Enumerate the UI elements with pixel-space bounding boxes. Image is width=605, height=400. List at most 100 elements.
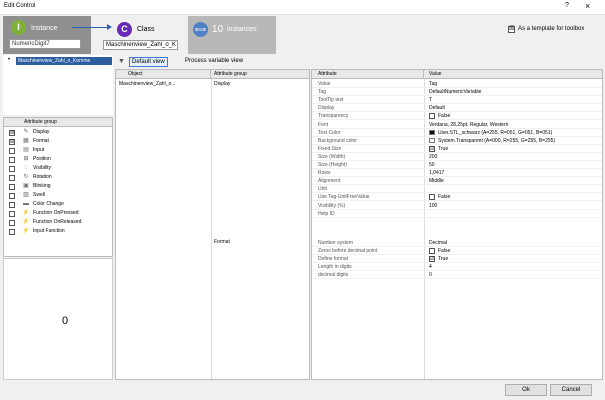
attr-checkbox[interactable] bbox=[9, 148, 15, 154]
lightning-icon: ⚡ bbox=[22, 219, 30, 225]
close-button[interactable]: × bbox=[585, 1, 590, 11]
format-icon: ▦ bbox=[23, 138, 29, 144]
property-row[interactable]: Help ID bbox=[312, 210, 602, 218]
attr-checkbox[interactable] bbox=[9, 166, 15, 172]
column-header-attribute[interactable]: Attribute bbox=[312, 70, 424, 79]
attr-group-rotation[interactable]: ↻ Rotation bbox=[4, 173, 112, 182]
property-value[interactable]: Tag bbox=[429, 80, 437, 88]
column-header-value[interactable]: Value bbox=[424, 70, 602, 79]
ok-button[interactable]: Ok bbox=[505, 384, 547, 396]
property-checkbox[interactable]: ☑ bbox=[429, 256, 435, 263]
property-row[interactable]: Size (Width) 200 bbox=[312, 153, 602, 161]
attr-group-swell[interactable]: ▨ Swell bbox=[4, 191, 112, 200]
attr-group-format[interactable]: ☒ ▦ Format bbox=[4, 137, 112, 146]
property-value[interactable]: 4 bbox=[429, 263, 432, 271]
property-value[interactable]: T bbox=[429, 96, 432, 104]
property-row[interactable]: Use Tag-UnitFreeValue False bbox=[312, 193, 602, 202]
group-format-row[interactable]: Format bbox=[211, 238, 309, 247]
filter-icon[interactable]: ▼ bbox=[118, 58, 125, 65]
attr-label: Input bbox=[33, 147, 45, 153]
cancel-button[interactable]: Cancel bbox=[550, 384, 592, 396]
property-value[interactable]: 0 bbox=[429, 271, 432, 279]
attr-label: Function OnReleased bbox=[33, 219, 82, 225]
default-view-button[interactable]: Default view bbox=[129, 57, 168, 67]
help-button[interactable]: ? bbox=[565, 2, 569, 9]
attr-checkbox[interactable] bbox=[9, 157, 15, 163]
attr-group-input-function[interactable]: ⚡ Input Function bbox=[4, 227, 112, 236]
property-row[interactable]: Length in digits 4 bbox=[312, 263, 602, 272]
instance-name-input[interactable]: NumericDigit7 bbox=[9, 39, 81, 49]
attr-label: Format bbox=[33, 138, 49, 144]
property-row[interactable]: Zeros before decimal point False bbox=[312, 247, 602, 256]
tree-item-selected[interactable]: Maschinenview_Zahl_o_Komme bbox=[16, 57, 112, 65]
class-name-input[interactable]: Maschinenview_Zahl_o_K bbox=[103, 40, 178, 50]
property-row[interactable]: Visibility (%) 100 bbox=[312, 202, 602, 210]
property-row[interactable]: Font Verdana, 28,25pt, Regular, Western bbox=[312, 121, 602, 129]
property-attribute: Define format bbox=[318, 256, 349, 263]
attr-group-color-change[interactable]: ▬ Color Change bbox=[4, 200, 112, 209]
property-row[interactable]: Tag DefaultNumericVariable bbox=[312, 88, 602, 97]
object-row[interactable]: Maschinenview_Zahl_o... bbox=[116, 80, 211, 89]
attr-group-display[interactable]: ☒ ✎ Display bbox=[4, 128, 112, 137]
instances-panel[interactable]: ⟺ 10 instances bbox=[188, 16, 276, 54]
property-row[interactable]: Alignment Middle bbox=[312, 177, 602, 186]
property-value[interactable]: DefaultNumericVariable bbox=[429, 88, 481, 96]
property-value[interactable]: 50 bbox=[429, 161, 435, 169]
property-attribute: Alignment bbox=[318, 178, 341, 185]
property-row[interactable]: Fixed Size ☑ True bbox=[312, 145, 602, 153]
rotation-icon: ↻ bbox=[23, 174, 29, 180]
property-value[interactable]: 1,0417 bbox=[429, 169, 444, 177]
group-display-row[interactable]: Display bbox=[211, 80, 309, 89]
property-row[interactable]: Transparency False bbox=[312, 112, 602, 121]
property-checkbox[interactable] bbox=[429, 194, 435, 201]
property-row[interactable]: Text Color User.STL_schwarz (A=255, R=051… bbox=[312, 129, 602, 137]
color-swatch-icon bbox=[429, 137, 435, 143]
property-row[interactable]: Unit bbox=[312, 185, 602, 194]
lightning-icon: ⚡ bbox=[22, 228, 30, 234]
object-grid: Object Attribute group Maschinenview_Zah… bbox=[115, 69, 310, 380]
property-value[interactable]: Default bbox=[429, 104, 445, 112]
attr-group-position[interactable]: ⊞ Position bbox=[4, 155, 112, 164]
property-row[interactable]: Background color System.Transparent (A=00… bbox=[312, 137, 602, 145]
column-header-object[interactable]: Object bbox=[116, 70, 211, 79]
template-checkbox[interactable]: ☒ bbox=[508, 26, 515, 33]
property-value[interactable]: 200 bbox=[429, 153, 437, 161]
attr-group-visibility[interactable]: ◌ Visibility bbox=[4, 164, 112, 173]
process-variable-view-button[interactable]: Process variable view bbox=[183, 57, 245, 67]
attr-group-function-onreleased[interactable]: ⚡ Function OnReleased bbox=[4, 218, 112, 227]
property-value[interactable]: Decimal bbox=[429, 239, 447, 247]
property-value[interactable]: 100 bbox=[429, 202, 437, 210]
attr-label: Color Change bbox=[33, 201, 64, 207]
property-row[interactable]: Define format ☑ True bbox=[312, 255, 602, 264]
property-row[interactable]: Value Tag bbox=[312, 80, 602, 88]
attr-checkbox[interactable] bbox=[9, 220, 15, 226]
blinking-icon: ▣ bbox=[23, 183, 29, 189]
property-row[interactable]: Rows 1,0417 bbox=[312, 169, 602, 178]
property-attribute: Unit bbox=[318, 186, 327, 193]
property-row[interactable]: Display Default bbox=[312, 104, 602, 113]
object-tree: • Maschinenview_Zahl_o_Komme bbox=[3, 55, 113, 115]
attr-checkbox[interactable] bbox=[9, 193, 15, 199]
property-row[interactable]: Size (Height) 50 bbox=[312, 161, 602, 169]
property-checkbox[interactable]: ☑ bbox=[429, 145, 435, 152]
attr-group-function-onpressed[interactable]: ⚡ Function OnPressed bbox=[4, 209, 112, 218]
attr-checkbox[interactable] bbox=[9, 211, 15, 217]
property-row[interactable]: ToolTip text T bbox=[312, 96, 602, 105]
property-checkbox[interactable] bbox=[429, 248, 435, 255]
attr-checkbox[interactable] bbox=[9, 184, 15, 190]
attr-group-blinking[interactable]: ▣ Blinking bbox=[4, 182, 112, 191]
property-row[interactable]: Number system Decimal bbox=[312, 239, 602, 247]
property-row[interactable]: decimal digits 0 bbox=[312, 271, 602, 280]
attr-checkbox[interactable] bbox=[9, 175, 15, 181]
attribute-group-header: Attribute group bbox=[4, 118, 112, 127]
column-header-attribute-group[interactable]: Attribute group bbox=[211, 70, 309, 79]
attr-checkbox[interactable] bbox=[9, 229, 15, 235]
attr-checkbox[interactable] bbox=[9, 202, 15, 208]
property-checkbox[interactable] bbox=[429, 113, 435, 120]
attr-group-input[interactable]: ▤ Input bbox=[4, 146, 112, 155]
property-value[interactable]: Verdana, 28,25pt, Regular, Western bbox=[429, 121, 508, 129]
attr-checkbox[interactable]: ☒ bbox=[9, 130, 15, 136]
property-attribute: decimal digits bbox=[318, 272, 349, 279]
property-value[interactable]: Middle bbox=[429, 177, 444, 185]
attr-checkbox[interactable]: ☒ bbox=[9, 139, 15, 145]
